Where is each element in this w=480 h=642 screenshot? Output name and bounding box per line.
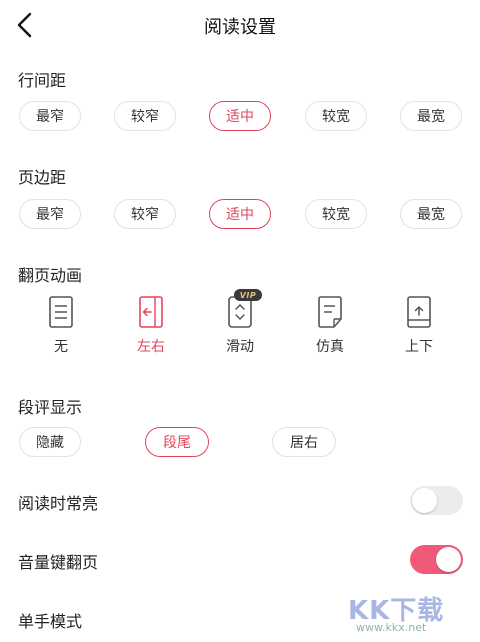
line-spacing-option-narrowest[interactable]: 最窄 (19, 101, 81, 131)
page-lines-icon (49, 296, 73, 328)
page-turn-title: 翻页动画 (18, 266, 83, 285)
watermark-logo: KK下载 www.kkx.net (348, 590, 458, 640)
line-spacing-option-narrow[interactable]: 较窄 (114, 101, 176, 131)
watermark-url: www.kkx.net (356, 621, 427, 634)
margin-title: 页边距 (18, 168, 67, 187)
line-spacing-options: 最窄 较窄 适中 较宽 最宽 (0, 101, 480, 135)
page-turn-label: 滑动 (226, 339, 254, 355)
comment-option-hide[interactable]: 隐藏 (19, 427, 81, 457)
margin-options: 最窄 较窄 适中 较宽 最宽 (0, 199, 480, 233)
margin-option-medium[interactable]: 适中 (209, 199, 271, 229)
margin-option-narrow[interactable]: 较窄 (114, 199, 176, 229)
margin-option-narrowest[interactable]: 最窄 (19, 199, 81, 229)
line-spacing-title: 行间距 (18, 71, 67, 90)
page-turn-option-slide[interactable]: VIP 滑动 (210, 289, 270, 360)
page-turn-options: 无 左右 VIP 滑动 仿真 上下 (0, 289, 480, 364)
toggle-knob (412, 488, 437, 513)
page-turn-option-simulate[interactable]: 仿真 (300, 294, 360, 360)
volume-key-page-toggle[interactable] (410, 545, 463, 574)
page-turn-label: 左右 (137, 339, 165, 355)
volume-key-page-label: 音量键翻页 (18, 553, 99, 572)
header: 阅读设置 (0, 0, 480, 50)
keep-screen-on-row: 阅读时常亮 (0, 480, 480, 520)
comment-option-right[interactable]: 居右 (272, 427, 336, 457)
margin-option-wide[interactable]: 较宽 (305, 199, 367, 229)
page-turn-option-none[interactable]: 无 (31, 294, 91, 360)
page-arrow-up-icon (407, 296, 431, 328)
comment-display-options: 隐藏 段尾 居右 (0, 427, 480, 461)
page-turn-label: 无 (54, 339, 68, 355)
page-turn-label: 上下 (405, 339, 433, 355)
keep-screen-on-label: 阅读时常亮 (18, 494, 99, 513)
page-arrow-left-icon (139, 296, 163, 328)
volume-key-page-row: 音量键翻页 (0, 539, 480, 579)
page-turn-option-leftright[interactable]: 左右 (121, 294, 181, 360)
comment-option-paragraph-end[interactable]: 段尾 (145, 427, 209, 457)
page-turn-option-updown[interactable]: 上下 (389, 294, 449, 360)
one-hand-mode-label: 单手模式 (18, 612, 83, 631)
line-spacing-option-medium[interactable]: 适中 (209, 101, 271, 131)
comment-display-title: 段评显示 (18, 398, 83, 417)
page-title: 阅读设置 (204, 17, 276, 38)
toggle-knob (436, 547, 461, 572)
margin-option-widest[interactable]: 最宽 (400, 199, 462, 229)
vip-badge: VIP (234, 289, 262, 301)
page-curl-icon (318, 296, 342, 328)
keep-screen-on-toggle[interactable] (410, 486, 463, 515)
line-spacing-option-widest[interactable]: 最宽 (400, 101, 462, 131)
line-spacing-option-wide[interactable]: 较宽 (305, 101, 367, 131)
page-turn-label: 仿真 (316, 339, 344, 355)
